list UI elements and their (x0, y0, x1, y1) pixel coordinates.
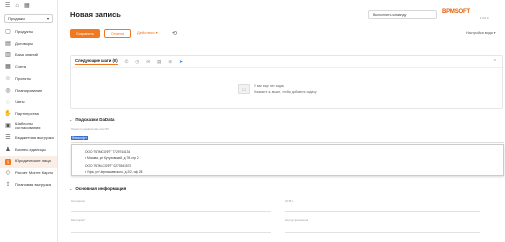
dadata-search-input[interactable]: бпмсофт (71, 134, 504, 143)
sidebar-item[interactable]: ◇ Расчет Монте Карло (0, 168, 57, 180)
command-input[interactable]: Выполнить команду (368, 10, 437, 19)
check-circle-icon: ◎ (5, 87, 11, 94)
sidebar-item[interactable]: ▣ Шаблоны согласования (0, 120, 57, 132)
sidebar-item-label: Юридические лица (15, 158, 51, 164)
invoice-icon: ▦ (5, 64, 11, 71)
dice-icon: ◇ (5, 170, 11, 177)
command-input-placeholder: Выполнить команду (373, 12, 407, 17)
dadata-field-label: Поиск по реквизитам или ИП (71, 127, 109, 131)
view-settings-menu[interactable]: Настройка вида ▾ (466, 31, 496, 35)
branches-input[interactable] (285, 232, 480, 233)
chat-icon: ◌ (6, 99, 10, 106)
collapse-icon[interactable]: ⌃ (493, 59, 497, 65)
sidebar-item[interactable]: § Юридические лица (0, 155, 57, 168)
cancel-button[interactable]: Отмена (104, 29, 131, 38)
logo: BPMSOFT (442, 9, 470, 15)
grid-icon[interactable]: ▦ (24, 3, 30, 9)
sidebar-item-label: Договоры (15, 40, 33, 46)
next-steps-toolbar: Следующие шаги (0) ✆ ◷ ✉ ▤ ⊘ ➤ (71, 56, 502, 68)
empty-tasks-hint: Нажмите ⊕ выше, чтобы добавить задачу (254, 90, 317, 94)
chevron-down-icon: ▾ (46, 16, 49, 21)
sidebar-item-label: Счета (15, 64, 27, 70)
suggestion-item[interactable]: ООО "БПМСОФТ" 7729744134 г Москва, ул Ку… (72, 147, 503, 161)
main-area: Новая запись Выполнить команду BPMSOFT 1… (59, 0, 505, 242)
tab-next-steps[interactable]: Следующие шаги (0) (75, 58, 118, 65)
legal-entity-icon: § (5, 158, 11, 165)
note-icon[interactable]: ▤ (157, 59, 161, 65)
dadata-suggestions: ООО "БПМСОФТ" 7729744134 г Москва, ул Ку… (71, 144, 504, 176)
sidebar: ☰ ⌂ ▦ Продажи ▾ ▢ Продукты ▤ Договоры ▥ База … (0, 0, 58, 242)
logo-version: 1.6.0.0 (480, 16, 489, 20)
actions-menu[interactable]: Действия ▾ (137, 30, 158, 35)
workplace-select[interactable]: Продажи ▾ (4, 14, 53, 23)
sidebar-item[interactable]: ▢ Продукты (0, 26, 57, 38)
star-icon: ☆ (5, 76, 11, 83)
field-label-category: Категория* (71, 218, 86, 222)
suggestion-item[interactable]: ООО "БПМ-СОФТ" 0273941572 г Уфа, ул Черн… (72, 161, 503, 175)
sidebar-item[interactable]: ⇪ Плановая выгрузка (0, 179, 57, 191)
basic-info-section-header[interactable]: ⌄ Основная информация (69, 186, 126, 191)
email-icon[interactable]: ✉ (146, 59, 150, 65)
suggestion-address: г Уфа, ул Чернышевского, д 2/2, оф 28 (85, 169, 143, 174)
next-steps-panel: Следующие шаги (0) ✆ ◷ ✉ ▤ ⊘ ➤ ⌃ ☐ У вас… (70, 55, 503, 109)
sidebar-toolbar: ☰ ⌂ ▦ (0, 0, 57, 12)
sidebar-item-label: Чаты (15, 99, 25, 105)
workplace-select-value: Продажи (8, 16, 25, 21)
save-button[interactable]: Сохранить (70, 29, 100, 38)
box-icon: ▢ (5, 28, 11, 35)
history-icon[interactable]: ⟲ (172, 30, 177, 37)
sidebar-item-label: Бюджетная выгрузка (15, 134, 54, 140)
field-label-branches: Контур филиалов (285, 218, 309, 222)
phone-icon[interactable]: ✆ (125, 59, 129, 65)
sidebar-item[interactable]: ▦ Счета (0, 61, 57, 73)
database-icon: ☰ (5, 135, 11, 142)
basic-info-section-title: Основная информация (75, 186, 127, 191)
sidebar-item-label: Бизнес-единицы (15, 146, 46, 152)
page-title: Новая запись (70, 10, 121, 19)
sidebar-item-label: Продукты (15, 28, 34, 34)
field-label-ogrn: ОГРН (285, 199, 293, 203)
sidebar-item-label: Планирование (15, 87, 43, 93)
sidebar-item-label: Расчет Монте Карло (15, 170, 54, 176)
sidebar-item-label: Плановая выгрузка (15, 182, 51, 188)
home-icon[interactable]: ⌂ (15, 3, 19, 9)
dadata-search-value: бпмсофт (71, 136, 88, 140)
sidebar-item[interactable]: ◌ Чаты (0, 97, 57, 109)
empty-tasks-icon: ☐ (238, 84, 250, 94)
sidebar-item[interactable]: ♟ Бизнес-единицы (0, 144, 57, 156)
chevron-down-icon: ⌄ (69, 117, 73, 122)
category-input[interactable] (71, 232, 271, 233)
sidebar-item-label: Шаблоны согласования (15, 120, 41, 131)
sidebar-item[interactable]: ☆ Проекты (0, 73, 57, 85)
book-icon: ▥ (5, 52, 11, 59)
dadata-section-header[interactable]: ⌄ Подсказки DaData (69, 117, 114, 122)
suggestion-name: ООО "БПМСОФТ" 7729744134 (85, 150, 131, 154)
sidebar-item[interactable]: ✋ Партнерства (0, 109, 57, 121)
telegram-icon[interactable]: ➤ (179, 59, 183, 65)
field-label-counterparty: Контрагент (71, 199, 86, 203)
document-icon: ▤ (5, 40, 11, 47)
counterparty-input[interactable] (71, 211, 271, 212)
dadata-section-title: Подсказки DaData (75, 117, 115, 122)
sidebar-item[interactable]: ▥ База знаний (0, 50, 57, 62)
attach-icon[interactable]: ⊘ (168, 59, 172, 65)
people-icon: ♟ (5, 146, 11, 153)
handshake-icon: ✋ (4, 111, 12, 118)
sidebar-item-label: Партнерства (15, 111, 39, 117)
empty-tasks-text: У вас еще нет задач (254, 84, 285, 88)
sidebar-item-label: Проекты (15, 75, 32, 81)
menu-icon[interactable]: ☰ (5, 3, 10, 9)
suggestion-name: ООО "БПМ-СОФТ" 0273941572 (85, 164, 132, 168)
template-icon: ▣ (5, 123, 11, 130)
chevron-down-icon: ⌄ (69, 186, 73, 191)
ogrn-input[interactable] (285, 211, 480, 212)
sidebar-item[interactable]: ☰ Бюджетная выгрузка (0, 132, 57, 144)
clock-icon[interactable]: ◷ (135, 59, 139, 65)
sidebar-item[interactable]: ◎ Планирование (0, 85, 57, 97)
suggestion-address: г Москва, ул Кутузовский, д 7В стр 2 (85, 155, 139, 160)
sidebar-item-label: База знаний (15, 52, 38, 58)
upload-icon: ⇪ (5, 182, 11, 189)
sidebar-item[interactable]: ▤ Договоры (0, 38, 57, 50)
